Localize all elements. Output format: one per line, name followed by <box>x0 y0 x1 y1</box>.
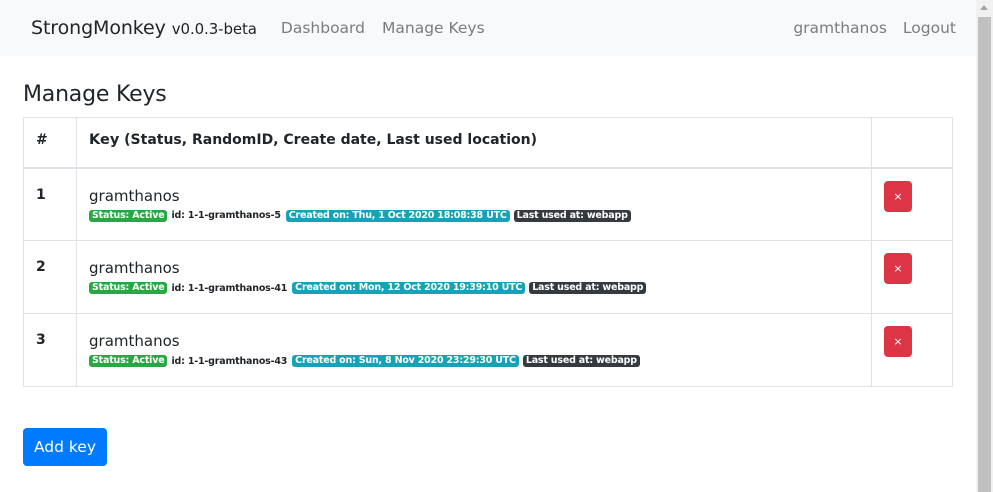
nav-user-link[interactable]: gramthanos <box>793 19 887 37</box>
key-badges: Status: Active id: 1-1-gramthanos-5 Crea… <box>89 209 859 222</box>
row-actions: × <box>871 240 953 314</box>
created-badge: Created on: Sun, 8 Nov 2020 23:29:30 UTC <box>292 355 519 367</box>
brand-name: StrongMonkey <box>31 17 166 39</box>
row-key-cell: gramthanos Status: Active id: 1-1-gramth… <box>76 240 872 314</box>
navbar: StrongMonkey v0.0.3-beta Dashboard Manag… <box>0 0 976 56</box>
brand-version: v0.0.3-beta <box>171 20 257 38</box>
vertical-scrollbar[interactable] <box>976 0 993 492</box>
key-id: id: 1-1-gramthanos-43 <box>171 355 288 367</box>
nav-manage-keys-link[interactable]: Manage Keys <box>382 19 485 37</box>
header-num: # <box>23 117 77 169</box>
row-num: 1 <box>23 167 77 241</box>
last-used-badge: Last used at: webapp <box>513 209 631 222</box>
key-id: id: 1-1-gramthanos-41 <box>171 282 288 294</box>
last-used-badge: Last used at: webapp <box>529 282 647 294</box>
key-name: gramthanos <box>89 332 180 350</box>
nav-right: gramthanos Logout <box>777 19 956 37</box>
table-row: 1 gramthanos Status: Active id: 1-1-gram… <box>23 167 953 241</box>
add-key-button[interactable]: Add key <box>23 428 107 466</box>
brand[interactable]: StrongMonkey v0.0.3-beta <box>31 17 257 39</box>
key-name: gramthanos <box>89 186 180 205</box>
keys-table: # Key (Status, RandomID, Create date, La… <box>23 117 953 387</box>
nav-logout-link[interactable]: Logout <box>903 19 956 37</box>
page-title: Manage Keys <box>23 82 167 107</box>
row-key-cell: gramthanos Status: Active id: 1-1-gramth… <box>76 313 872 387</box>
status-badge: Status: Active <box>89 282 168 294</box>
delete-key-button[interactable]: × <box>884 253 912 284</box>
nav-left: Dashboard Manage Keys <box>281 19 502 37</box>
header-actions <box>871 117 953 169</box>
scroll-up-arrow-icon[interactable] <box>980 5 988 10</box>
header-key: Key (Status, RandomID, Create date, Last… <box>76 117 872 169</box>
created-badge: Created on: Mon, 12 Oct 2020 19:39:10 UT… <box>292 282 526 294</box>
scrollbar-thumb[interactable] <box>978 17 991 492</box>
table-row: 2 gramthanos Status: Active id: 1-1-gram… <box>23 240 953 314</box>
delete-key-button[interactable]: × <box>884 326 912 357</box>
row-actions: × <box>871 167 953 241</box>
created-badge: Created on: Thu, 1 Oct 2020 18:08:38 UTC <box>285 209 510 222</box>
header-key-label: Key <box>89 132 120 148</box>
nav-dashboard-link[interactable]: Dashboard <box>281 19 365 37</box>
key-name: gramthanos <box>89 259 180 277</box>
status-badge: Status: Active <box>89 209 168 222</box>
row-actions: × <box>871 313 953 387</box>
last-used-badge: Last used at: webapp <box>522 355 640 367</box>
table-header-row: # Key (Status, RandomID, Create date, La… <box>23 117 953 169</box>
status-badge: Status: Active <box>89 355 168 367</box>
delete-key-button[interactable]: × <box>884 180 912 212</box>
key-badges: Status: Active id: 1-1-gramthanos-43 Cre… <box>89 355 859 367</box>
key-id: id: 1-1-gramthanos-5 <box>171 210 281 221</box>
row-num: 3 <box>23 313 77 387</box>
key-badges: Status: Active id: 1-1-gramthanos-41 Cre… <box>89 282 859 294</box>
table-row: 3 gramthanos Status: Active id: 1-1-gram… <box>23 313 953 387</box>
row-key-cell: gramthanos Status: Active id: 1-1-gramth… <box>76 167 872 241</box>
row-num: 2 <box>23 240 77 314</box>
header-key-sub: (Status, RandomID, Create date, Last use… <box>124 132 538 148</box>
